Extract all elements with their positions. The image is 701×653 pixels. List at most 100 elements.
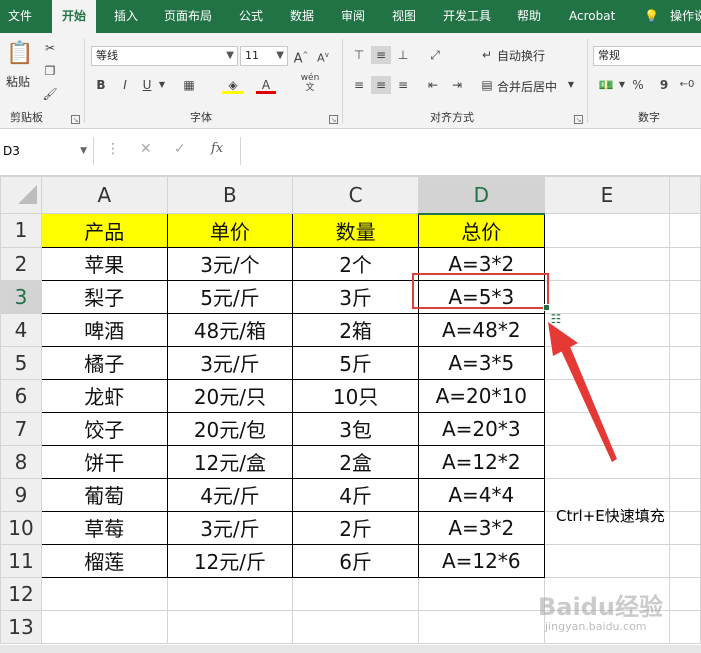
lightbulb-icon[interactable]: 💡 [644, 0, 659, 33]
cell[interactable] [543, 345, 671, 380]
tab-developer[interactable]: 开发工具 [443, 0, 491, 33]
italic-button[interactable]: I [116, 76, 134, 94]
cell[interactable]: 10只 [292, 378, 419, 413]
cell[interactable] [543, 279, 671, 314]
tab-page-layout[interactable]: 页面布局 [164, 0, 212, 33]
row-header[interactable]: 6 [0, 378, 42, 413]
cell[interactable]: 6斤 [292, 543, 419, 578]
row-header[interactable]: 10 [0, 510, 42, 545]
cell[interactable]: 2斤 [292, 510, 419, 545]
border-icon[interactable]: ▦ [178, 76, 200, 94]
increase-indent-icon[interactable]: ⇥ [447, 76, 467, 94]
header-cell[interactable]: 数量 [292, 213, 419, 248]
cell[interactable] [543, 213, 671, 248]
cell[interactable] [292, 609, 419, 644]
bold-button[interactable]: B [92, 76, 110, 94]
tab-home[interactable]: 开始 [52, 0, 97, 33]
tab-tell-me[interactable]: 操作说 [670, 0, 701, 33]
enter-icon[interactable]: ✓ [174, 141, 186, 157]
header-cell[interactable]: 总价 [417, 213, 545, 248]
align-top-icon[interactable]: ⊤ [349, 46, 369, 64]
cut-icon[interactable]: ✂ [41, 39, 59, 57]
wrap-text-icon[interactable]: ↵ [478, 46, 496, 64]
formula-input[interactable] [240, 137, 701, 165]
copy-icon[interactable]: ❐ [41, 62, 59, 80]
cell[interactable] [41, 609, 168, 644]
column-header-a[interactable]: A [41, 176, 168, 214]
cell[interactable] [669, 213, 701, 248]
font-color-button[interactable]: A [256, 76, 276, 94]
cell[interactable] [669, 510, 701, 545]
row-header[interactable]: 11 [0, 543, 42, 578]
row-header[interactable]: 12 [0, 576, 42, 611]
cell[interactable]: 20元/包 [166, 411, 294, 446]
merge-center-button[interactable]: 合并后居中 [497, 78, 557, 95]
orientation-icon[interactable]: ⤢ [423, 46, 447, 64]
cell[interactable] [166, 609, 294, 644]
cell[interactable] [543, 444, 671, 479]
cell[interactable] [669, 312, 701, 347]
align-middle-icon[interactable]: ≡ [371, 46, 391, 64]
row-header[interactable]: 2 [0, 246, 42, 281]
font-name-combo[interactable]: 等线 ▼ [91, 46, 238, 66]
chevron-down-icon[interactable]: ▼ [156, 76, 168, 94]
increase-font-icon[interactable]: A^ [292, 46, 310, 68]
cell[interactable]: A=12*2 [417, 444, 545, 479]
cell[interactable]: 3元/个 [166, 246, 294, 281]
cell[interactable]: A=12*6 [417, 543, 545, 578]
underline-button[interactable]: U [138, 76, 156, 94]
row-header[interactable]: 8 [0, 444, 42, 479]
cell[interactable] [669, 411, 701, 446]
cell[interactable]: 橘子 [41, 345, 168, 380]
cell[interactable] [669, 477, 701, 512]
cell[interactable]: 2箱 [292, 312, 419, 347]
wrap-text-button[interactable]: 自动换行 [497, 47, 545, 64]
cell[interactable]: 5元/斤 [166, 279, 294, 314]
font-dialog-launcher[interactable]: ↘ [329, 115, 338, 124]
cell[interactable]: 葡萄 [41, 477, 168, 512]
tab-data[interactable]: 数据 [290, 0, 314, 33]
align-bottom-icon[interactable]: ⊥ [393, 46, 413, 64]
cell[interactable] [669, 609, 701, 644]
cell[interactable]: A=20*3 [417, 411, 545, 446]
cell[interactable]: 3斤 [292, 279, 419, 314]
tab-file[interactable]: 文件 [8, 0, 32, 33]
cell[interactable]: 20元/只 [166, 378, 294, 413]
format-painter-icon[interactable]: 🖌 [41, 85, 59, 103]
header-cell[interactable]: 产品 [41, 213, 168, 248]
tab-acrobat[interactable]: Acrobat [569, 0, 615, 33]
cell[interactable] [417, 576, 545, 611]
align-left-icon[interactable]: ≡ [349, 76, 369, 94]
merge-center-icon[interactable]: ▤ [478, 76, 496, 94]
align-right-icon[interactable]: ≡ [393, 76, 413, 94]
comma-button[interactable]: 9 [656, 76, 672, 94]
chevron-down-icon[interactable]: ▼ [617, 76, 627, 94]
cell[interactable] [543, 378, 671, 413]
cell[interactable]: 啤酒 [41, 312, 168, 347]
cell[interactable] [292, 576, 419, 611]
chevron-down-icon[interactable]: ▼ [80, 137, 87, 165]
cell[interactable] [543, 543, 671, 578]
cell[interactable] [417, 609, 545, 644]
cell[interactable]: 4斤 [292, 477, 419, 512]
decrease-font-icon[interactable]: Av [314, 46, 332, 68]
tab-help[interactable]: 帮助 [517, 0, 541, 33]
chevron-down-icon[interactable]: ▼ [226, 47, 234, 65]
font-size-combo[interactable]: 11 ▼ [240, 46, 288, 66]
tab-formulas[interactable]: 公式 [239, 0, 263, 33]
column-header-c[interactable]: C [292, 176, 419, 214]
column-header-e[interactable]: E [543, 176, 671, 214]
name-box[interactable]: D3 ▼ [0, 137, 94, 165]
tab-view[interactable]: 视图 [392, 0, 416, 33]
cell[interactable] [543, 411, 671, 446]
cell[interactable]: 苹果 [41, 246, 168, 281]
cancel-icon[interactable]: ✕ [140, 141, 152, 157]
row-header[interactable]: 5 [0, 345, 42, 380]
cell[interactable]: 榴莲 [41, 543, 168, 578]
cell[interactable] [669, 543, 701, 578]
cell[interactable]: 梨子 [41, 279, 168, 314]
flash-fill-options-icon[interactable]: ☷ [548, 311, 564, 327]
chevron-down-icon[interactable]: ▼ [276, 47, 284, 65]
decrease-indent-icon[interactable]: ⇤ [423, 76, 443, 94]
cell[interactable]: A=20*10 [417, 378, 545, 413]
